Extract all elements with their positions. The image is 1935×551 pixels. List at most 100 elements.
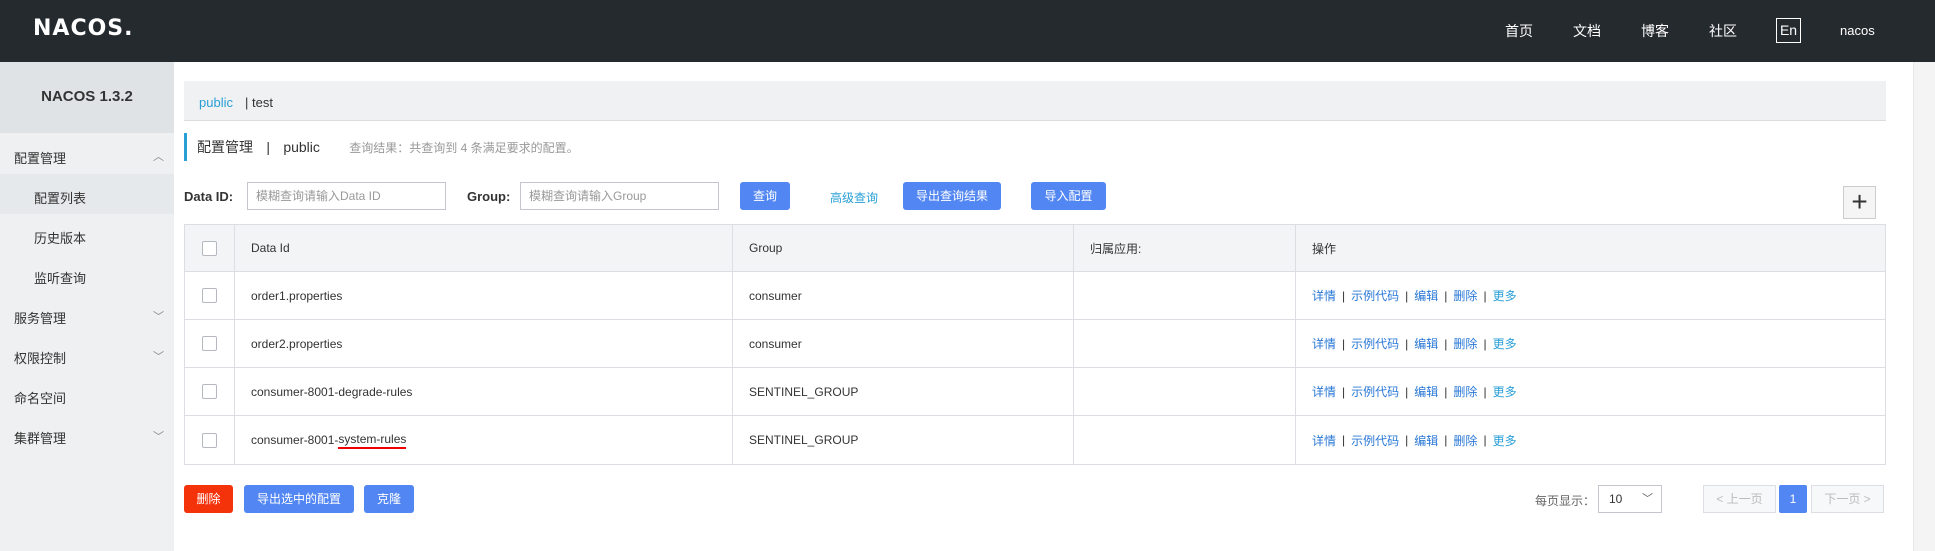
namespace-test-link[interactable]: | test [245,95,273,110]
header-data-id[interactable]: Data Id [235,225,733,271]
more-link[interactable]: 更多 [1493,383,1517,400]
user-menu[interactable]: nacos [1840,23,1875,38]
sidebar-active-highlight [0,174,174,214]
current-page-button[interactable]: 1 [1779,485,1807,513]
row-checkbox[interactable] [202,336,217,351]
delete-link[interactable]: 删除 [1453,383,1477,400]
delete-link[interactable]: 删除 [1453,287,1477,304]
sample-code-link[interactable]: 示例代码 [1351,287,1399,304]
row-data-id: consumer-8001-degrade-rules [235,368,733,415]
query-button[interactable]: 查询 [740,182,790,210]
sidebar-item-history[interactable]: 历史版本 [34,228,86,247]
language-switch-button[interactable]: En [1776,18,1801,43]
nav-community[interactable]: 社区 [1709,21,1737,41]
header-ops: 操作 [1312,241,1337,256]
add-config-button[interactable]: + [1843,186,1876,219]
row-checkbox[interactable] [202,288,217,303]
header-app: 归属应用: [1074,225,1296,271]
ops-separator: | [1483,288,1487,303]
table-header: Data Id Group 归属应用: 操作 [185,225,1885,272]
sidebar-group-auth[interactable]: 权限控制 ﹀ [14,348,164,367]
row-data-id: consumer-8001- system-rules [235,416,733,464]
detail-link[interactable]: 详情 [1312,383,1336,400]
table-row: consumer-8001- system-rules SENTINEL_GROU… [185,416,1885,464]
edit-link[interactable]: 编辑 [1414,335,1438,352]
row-app [1074,416,1296,464]
row-group: SENTINEL_GROUP [733,416,1074,464]
more-link[interactable]: 更多 [1493,432,1517,449]
prev-page-button[interactable]: < 上一页 [1703,485,1776,513]
select-all-checkbox[interactable] [202,240,217,256]
version-label: NACOS 1.3.2 [0,62,174,133]
ops-separator: | [1342,433,1346,447]
per-page-label: 每页显示： [1535,494,1596,508]
data-id-input[interactable]: 模糊查询请输入Data ID [247,182,446,210]
export-query-result-button[interactable]: 导出查询结果 [903,182,1001,210]
row-group: SENTINEL_GROUP [733,368,1074,415]
table-row: order2.properties consumer 详情 | 示例代码 | 编辑 |… [185,320,1885,368]
sidebar-item-config-list[interactable]: 配置列表 [34,188,86,207]
row-ops: 详情 | 示例代码 | 编辑 | 删除 | 更多 [1296,272,1885,319]
namespace-public-link[interactable]: public [199,95,233,110]
sample-code-link[interactable]: 示例代码 [1351,432,1399,449]
sidebar-group-service[interactable]: 服务管理 ﹀ [14,308,164,327]
header-group[interactable]: Group [733,225,1074,271]
ops-separator: | [1444,384,1448,399]
next-page-button[interactable]: 下一页 > [1811,485,1884,513]
advanced-query-link[interactable]: 高级查询 [830,189,878,206]
edit-link[interactable]: 编辑 [1414,383,1438,400]
clone-button[interactable]: 克隆 [364,485,414,513]
ops-separator: | [1444,336,1448,351]
ops-separator: | [1405,384,1409,399]
edit-link[interactable]: 编辑 [1414,432,1438,449]
row-ops: 详情 | 示例代码 | 编辑 | 删除 | 更多 [1296,416,1885,464]
namespace-bar: public | test [184,81,1886,121]
table-row: order1.properties consumer 详情 | 示例代码 | 编辑 |… [185,272,1885,320]
chevron-up-icon: ︿ [153,151,164,163]
import-config-button[interactable]: 导入配置 [1031,182,1106,210]
row-data-id-prefix: consumer-8001- [251,433,339,447]
detail-link[interactable]: 详情 [1312,432,1336,449]
sample-code-link[interactable]: 示例代码 [1351,335,1399,352]
sidebar-group-label: 集群管理 [14,431,67,446]
ops-separator: | [1405,433,1409,447]
sidebar-group-namespace[interactable]: 命名空间 [14,388,164,407]
delete-selected-button[interactable]: 删除 [184,485,233,513]
nav-blog[interactable]: 博客 [1641,21,1669,41]
scrollbar[interactable] [1913,62,1935,551]
page-title-namespace: public [283,139,320,155]
nav-docs[interactable]: 文档 [1573,21,1601,41]
nav-home[interactable]: 首页 [1505,21,1533,41]
chevron-down-icon: ﹀ [153,311,164,323]
ops-separator: | [1342,336,1346,351]
header-select-cell [185,225,235,271]
sidebar: NACOS 1.3.2 配置管理 ︿ 配置列表 历史版本 监听查询 服务管理 ﹀… [0,62,174,551]
ops-separator: | [1342,384,1346,399]
delete-link[interactable]: 删除 [1453,335,1477,352]
per-page-select[interactable]: 10 ﹀ [1598,485,1662,513]
more-link[interactable]: 更多 [1493,335,1517,352]
ops-separator: | [1483,384,1487,399]
group-label: Group: [467,189,511,204]
row-select-cell [185,272,235,319]
row-app [1074,272,1296,319]
sidebar-group-config[interactable]: 配置管理 ︿ [14,148,164,167]
more-link[interactable]: 更多 [1493,287,1517,304]
nacos-logo[interactable]: NACOS. [33,16,134,41]
group-input[interactable]: 模糊查询请输入Group [520,182,719,210]
row-checkbox[interactable] [202,432,217,448]
query-result-text: 查询结果：共查询到 4 条满足要求的配置。 [349,141,579,155]
detail-link[interactable]: 详情 [1312,335,1336,352]
delete-link[interactable]: 删除 [1453,432,1477,449]
edit-link[interactable]: 编辑 [1414,287,1438,304]
export-selected-button[interactable]: 导出选中的配置 [244,485,354,513]
sidebar-group-cluster[interactable]: 集群管理 ﹀ [14,428,164,447]
sample-code-link[interactable]: 示例代码 [1351,383,1399,400]
sidebar-item-listener[interactable]: 监听查询 [34,268,86,287]
detail-link[interactable]: 详情 [1312,287,1336,304]
ops-separator: | [1405,336,1409,351]
table-row: consumer-8001-degrade-rules SENTINEL_GRO… [185,368,1885,416]
row-checkbox[interactable] [202,384,217,399]
page-title: 配置管理 | public 查询结果：共查询到 4 条满足要求的配置。 [184,133,579,161]
row-app [1074,368,1296,415]
